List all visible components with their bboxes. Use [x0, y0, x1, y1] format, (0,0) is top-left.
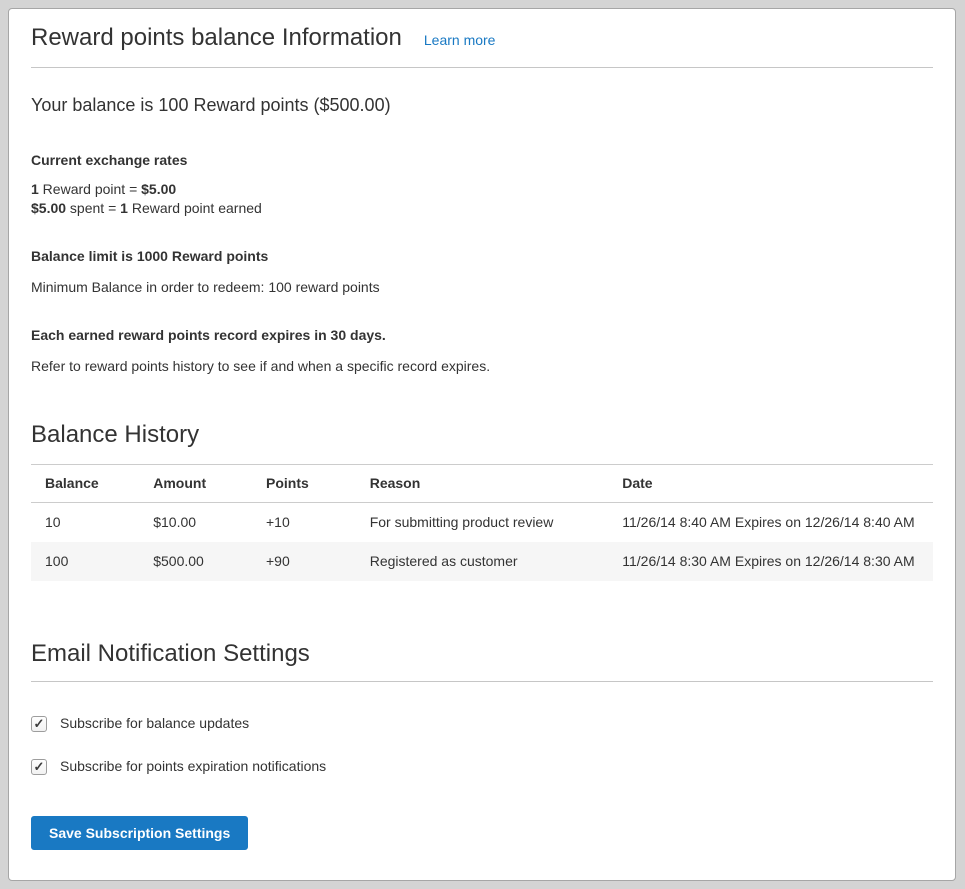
balance-history-table: Balance Amount Points Reason Date 10 $10… — [31, 464, 933, 581]
spend-rate-text: spent = — [66, 200, 120, 216]
expiration-notifications-option: Subscribe for points expiration notifica… — [31, 757, 933, 776]
column-header-reason: Reason — [356, 465, 609, 503]
reward-points-card: Reward points balance Information Learn … — [8, 8, 956, 881]
spend-rate-line: $5.00 spent = 1 Reward point earned — [31, 199, 933, 218]
table-row: 10 $10.00 +10 For submitting product rev… — [31, 503, 933, 543]
balance-updates-option: Subscribe for balance updates — [31, 714, 933, 733]
earn-rate-value: $5.00 — [141, 181, 176, 197]
balance-updates-label[interactable]: Subscribe for balance updates — [60, 714, 249, 733]
page-header: Reward points balance Information Learn … — [31, 23, 933, 68]
table-row: 100 $500.00 +90 Registered as customer 1… — [31, 542, 933, 581]
column-header-amount: Amount — [139, 465, 252, 503]
email-settings-header: Email Notification Settings — [31, 639, 933, 682]
cell-amount: $500.00 — [139, 542, 252, 581]
cell-date: 11/26/14 8:30 AM Expires on 12/26/14 8:3… — [608, 542, 933, 581]
balance-history-heading: Balance History — [31, 420, 933, 450]
exchange-rates-section: Current exchange rates 1 Reward point = … — [31, 150, 933, 218]
cell-balance: 100 — [31, 542, 139, 581]
balance-limit-note: Balance limit is 1000 Reward points — [31, 246, 933, 266]
earn-rate-text: Reward point = — [39, 181, 141, 197]
table-body: 10 $10.00 +10 For submitting product rev… — [31, 503, 933, 582]
cell-points: +90 — [252, 542, 356, 581]
column-header-date: Date — [608, 465, 933, 503]
spend-rate-points: 1 — [120, 200, 128, 216]
cell-points: +10 — [252, 503, 356, 543]
expiration-notifications-label[interactable]: Subscribe for points expiration notifica… — [60, 757, 326, 776]
cell-balance: 10 — [31, 503, 139, 543]
balance-updates-checkbox[interactable] — [31, 716, 47, 732]
spend-rate-value: $5.00 — [31, 200, 66, 216]
cell-amount: $10.00 — [139, 503, 252, 543]
spend-rate-suffix: Reward point earned — [128, 200, 262, 216]
email-settings-heading: Email Notification Settings — [31, 639, 933, 669]
learn-more-link[interactable]: Learn more — [424, 32, 496, 48]
column-header-points: Points — [252, 465, 356, 503]
expiration-notice: Each earned reward points record expires… — [31, 325, 933, 345]
page-title: Reward points balance Information — [31, 23, 402, 53]
cell-reason: For submitting product review — [356, 503, 609, 543]
table-header: Balance Amount Points Reason Date — [31, 465, 933, 503]
save-subscription-settings-button[interactable]: Save Subscription Settings — [31, 816, 248, 850]
balance-summary: Your balance is 100 Reward points ($500.… — [31, 92, 933, 118]
cell-date: 11/26/14 8:40 AM Expires on 12/26/14 8:4… — [608, 503, 933, 543]
earn-rate-line: 1 Reward point = $5.00 — [31, 180, 933, 199]
expiration-hint: Refer to reward points history to see if… — [31, 356, 933, 376]
minimum-balance-note: Minimum Balance in order to redeem: 100 … — [31, 277, 933, 297]
expiration-notifications-checkbox[interactable] — [31, 759, 47, 775]
cell-reason: Registered as customer — [356, 542, 609, 581]
exchange-rates-heading: Current exchange rates — [31, 150, 933, 170]
table-header-row: Balance Amount Points Reason Date — [31, 465, 933, 503]
column-header-balance: Balance — [31, 465, 139, 503]
earn-rate-points: 1 — [31, 181, 39, 197]
